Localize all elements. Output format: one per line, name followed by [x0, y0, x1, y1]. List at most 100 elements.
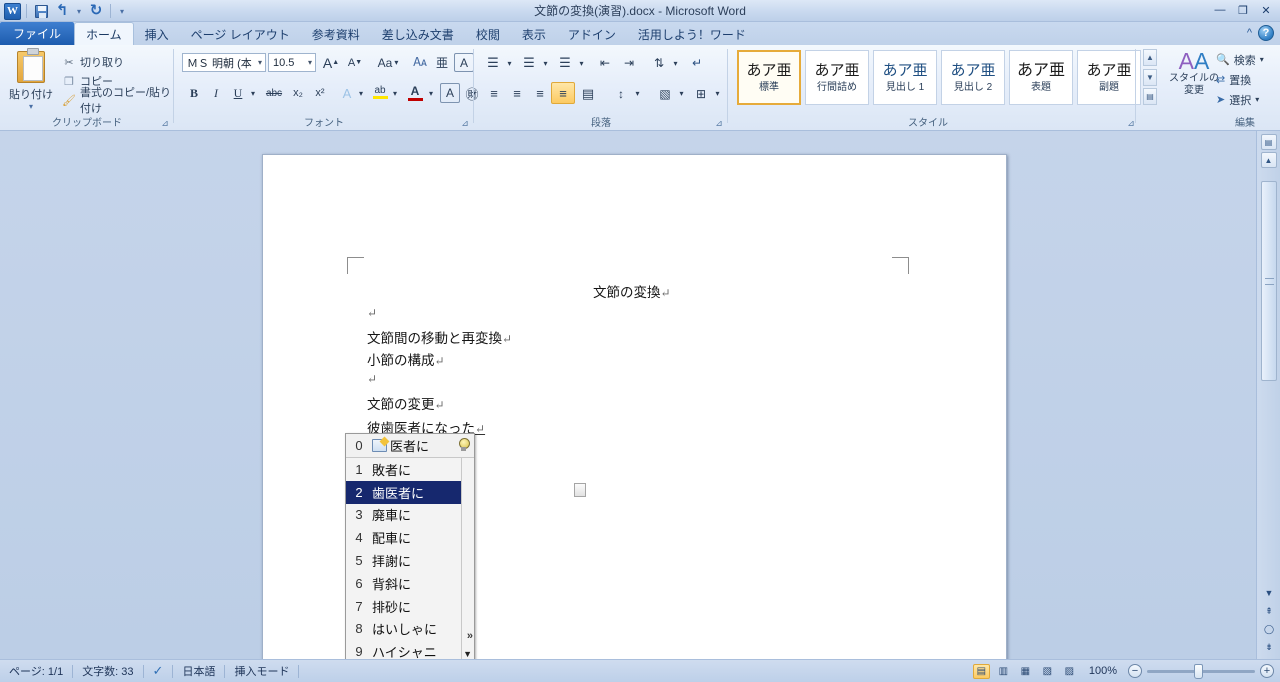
sort-dropdown[interactable]: ▾: [670, 53, 681, 73]
tab-use-word[interactable]: 活用しよう！ワード: [627, 24, 757, 45]
cut-button[interactable]: ✂ 切り取り: [62, 54, 124, 70]
font-color-button[interactable]: A: [404, 81, 426, 103]
distribute-button[interactable]: ▤: [576, 83, 600, 104]
style-card-heading-2[interactable]: あア亜 見出し 2: [941, 50, 1005, 105]
style-card-no-spacing[interactable]: あア亜 行間詰め: [805, 50, 869, 105]
minimize-button[interactable]: —: [1210, 2, 1230, 18]
ime-scroll-down-icon[interactable]: ▼: [463, 649, 472, 659]
shading-dropdown[interactable]: ▾: [676, 83, 687, 104]
scroll-up-button[interactable]: ▲: [1260, 152, 1277, 168]
font-size-input[interactable]: 10.5 ▾: [268, 53, 316, 72]
status-language[interactable]: 日本語: [173, 663, 224, 680]
lightbulb-icon[interactable]: [458, 438, 470, 452]
increase-indent-button[interactable]: ⇥: [618, 53, 640, 73]
restore-button[interactable]: ❐: [1233, 2, 1253, 18]
collapse-ribbon-icon[interactable]: ^: [1247, 27, 1252, 39]
find-button[interactable]: 🔍 検索 ▾: [1216, 51, 1264, 68]
text-effects-dropdown[interactable]: ▾: [356, 83, 366, 103]
multilevel-dropdown[interactable]: ▾: [576, 53, 587, 73]
zoom-out-button[interactable]: −: [1128, 664, 1142, 678]
align-right-button[interactable]: ≡: [528, 83, 552, 104]
show-paragraph-marks-button[interactable]: ↵: [686, 53, 708, 73]
grow-font-button[interactable]: A ▲: [320, 53, 342, 72]
clipboard-dialog-launcher[interactable]: ⊿: [160, 118, 170, 128]
ime-candidate-8[interactable]: 8 はいしゃに: [346, 618, 462, 641]
status-word-count[interactable]: 文字数: 33: [73, 663, 142, 680]
format-painter-button[interactable]: 🖌 書式のコピー/貼り付け: [62, 87, 174, 115]
line-spacing-dropdown[interactable]: ▾: [632, 83, 643, 104]
character-scaling-button[interactable]: 亜: [432, 53, 452, 72]
scroll-down-button[interactable]: ▼: [1261, 585, 1277, 601]
italic-button[interactable]: I: [206, 83, 226, 103]
bullets-button[interactable]: ☰: [482, 53, 504, 73]
tab-home[interactable]: ホーム: [74, 22, 134, 45]
shading-button[interactable]: ▧: [654, 83, 676, 104]
select-button[interactable]: ➤ 選択 ▾: [1216, 91, 1259, 108]
styles-scroll-up-button[interactable]: ▲: [1143, 49, 1157, 66]
close-button[interactable]: ✕: [1256, 2, 1276, 18]
document-canvas[interactable]: 文節の変換↵ ↵ 文節間の移動と再変換↵ 小節の構成↵ ↵ 文節の変更↵ 彼歯医…: [0, 131, 1256, 659]
paste-button[interactable]: 貼り付け ▾: [6, 48, 56, 115]
underline-dropdown[interactable]: ▾: [248, 83, 258, 103]
split-window-button[interactable]: ▤: [1260, 134, 1277, 150]
numbering-button[interactable]: ☰: [518, 53, 540, 73]
style-card-standard[interactable]: あア亜 標準: [737, 50, 801, 105]
style-card-subtitle[interactable]: あア亜 副題: [1077, 50, 1141, 105]
next-page-button[interactable]: ⇟: [1261, 639, 1277, 655]
sort-button[interactable]: ⇅: [648, 53, 670, 73]
font-dialog-launcher[interactable]: ⊿: [460, 118, 470, 128]
text-effects-button[interactable]: A: [337, 83, 357, 103]
styles-gallery-scroll[interactable]: ▲ ▼ ▤: [1143, 49, 1157, 105]
tab-view[interactable]: 表示: [511, 24, 557, 45]
status-page[interactable]: ページ: 1/1: [0, 663, 72, 680]
ime-candidate-2[interactable]: 2 歯医者に: [346, 480, 462, 504]
tab-mailings[interactable]: 差し込み文書: [371, 24, 465, 45]
tab-review[interactable]: 校閲: [465, 24, 511, 45]
line-spacing-button[interactable]: ↕: [610, 83, 632, 104]
ime-header-row[interactable]: 0 医者に: [346, 434, 474, 458]
ime-candidate-1[interactable]: 1 敗者に: [346, 458, 462, 481]
bullets-dropdown[interactable]: ▾: [504, 53, 515, 73]
view-outline-button[interactable]: ▧: [1039, 664, 1056, 679]
ime-scrollbar-thumb[interactable]: [574, 483, 586, 497]
bold-button[interactable]: B: [184, 83, 204, 103]
ime-candidate-7[interactable]: 7 排砂に: [346, 595, 462, 618]
ime-candidate-6[interactable]: 6 背斜に: [346, 572, 462, 595]
borders-dropdown[interactable]: ▾: [712, 83, 723, 104]
numbering-dropdown[interactable]: ▾: [540, 53, 551, 73]
tab-references[interactable]: 参考資料: [301, 24, 371, 45]
ime-candidate-4[interactable]: 4 配車に: [346, 526, 462, 549]
zoom-slider[interactable]: [1147, 663, 1255, 679]
justify-button[interactable]: ≡: [551, 82, 575, 104]
underline-button[interactable]: U: [228, 83, 248, 103]
phonetic-guide-button[interactable]: 🗛: [410, 53, 430, 72]
zoom-slider-thumb[interactable]: [1194, 663, 1203, 679]
tab-page-layout[interactable]: ページ レイアウト: [180, 24, 301, 45]
select-browse-object-button[interactable]: ◯: [1261, 621, 1277, 637]
strikethrough-button[interactable]: abc: [262, 83, 286, 103]
align-left-button[interactable]: ≡: [482, 83, 506, 104]
font-name-input[interactable]: ＭＳ 明朝 (本 ▾: [182, 53, 266, 72]
scrollbar-thumb[interactable]: [1261, 181, 1277, 381]
proofing-status-button[interactable]: ✓: [144, 663, 173, 680]
zoom-level-label[interactable]: 100%: [1083, 663, 1123, 680]
decrease-indent-button[interactable]: ⇤: [594, 53, 616, 73]
ime-expand-button[interactable]: »: [467, 630, 473, 642]
character-border-button[interactable]: A: [440, 83, 460, 103]
ime-candidate-window[interactable]: 0 医者に 1 敗者に 2 歯医者に 3 廃車に 4 配車に 5 拝謝に 6 背…: [345, 433, 586, 665]
font-color-dropdown[interactable]: ▾: [426, 83, 436, 103]
view-full-screen-reading-button[interactable]: ▥: [995, 664, 1012, 679]
subscript-button[interactable]: x₂: [287, 83, 309, 103]
align-center-button[interactable]: ≡: [505, 83, 529, 104]
styles-scroll-down-button[interactable]: ▼: [1143, 68, 1157, 86]
ime-candidate-5[interactable]: 5 拝謝に: [346, 549, 462, 572]
highlight-dropdown[interactable]: ▾: [390, 83, 400, 103]
superscript-button[interactable]: x²: [309, 83, 331, 103]
styles-more-button[interactable]: ▤: [1143, 88, 1157, 105]
style-card-heading-1[interactable]: あア亜 見出し 1: [873, 50, 937, 105]
borders-button[interactable]: ⊞: [690, 83, 712, 104]
multilevel-list-button[interactable]: ☰: [554, 53, 576, 73]
highlight-button[interactable]: ab: [369, 81, 391, 103]
help-icon[interactable]: ?: [1258, 25, 1274, 41]
previous-page-button[interactable]: ⇞: [1261, 603, 1277, 619]
